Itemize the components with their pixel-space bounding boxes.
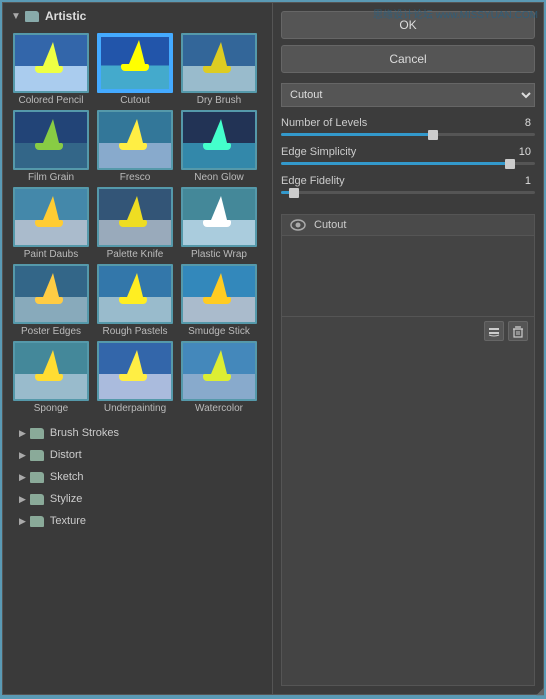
param-label-1: Edge Simplicity — [281, 146, 507, 158]
watermark: 思缘设计论坛 www.MISSYUAN.COM — [373, 6, 538, 21]
filter-thumb-cutout[interactable]: Cutout — [95, 33, 175, 106]
main-dialog: ▼ Artistic Colored Pencil Cutout Dry Brush… — [2, 2, 544, 695]
folder-icon — [30, 494, 44, 505]
expand-arrow: ▼ — [11, 11, 21, 22]
folder-icon — [30, 516, 44, 527]
filter-thumb-film-grain[interactable]: Film Grain — [11, 110, 91, 183]
sub-category-label: Sketch — [50, 471, 84, 483]
param-label-2: Edge Fidelity — [281, 175, 507, 187]
filter-label-poster-edges: Poster Edges — [21, 326, 81, 337]
filter-label-cutout: Cutout — [120, 95, 149, 106]
filter-thumb-watercolor[interactable]: Watercolor — [179, 341, 259, 414]
sub-arrow: ▶ — [19, 428, 26, 439]
sub-category-label: Brush Strokes — [50, 427, 119, 439]
filter-label-dry-brush: Dry Brush — [197, 95, 241, 106]
filter-thumb-palette-knife[interactable]: Palette Knife — [95, 187, 175, 260]
filter-label-fresco: Fresco — [120, 172, 151, 183]
filter-label-palette-knife: Palette Knife — [107, 249, 164, 260]
cancel-button[interactable]: Cancel — [281, 45, 535, 73]
folder-icon — [30, 450, 44, 461]
sub-category-distort[interactable]: ▶ Distort — [3, 444, 272, 466]
slider-0[interactable] — [281, 133, 535, 136]
filter-label-neon-glow: Neon Glow — [194, 172, 243, 183]
filter-label-smudge-stick: Smudge Stick — [188, 326, 250, 337]
filter-thumb-rough-pastels[interactable]: Rough Pastels — [95, 264, 175, 337]
filter-label-plastic-wrap: Plastic Wrap — [191, 249, 247, 260]
sub-category-label: Stylize — [50, 493, 82, 505]
params-container: Number of Levels8 Edge Simplicity10 Edge F… — [281, 117, 535, 204]
resize-handle[interactable]: ◢ — [536, 686, 544, 697]
folder-icon — [30, 472, 44, 483]
filter-thumb-smudge-stick[interactable]: Smudge Stick — [179, 264, 259, 337]
filter-thumb-sponge[interactable]: Sponge — [11, 341, 91, 414]
sub-category-stylize[interactable]: ▶ Stylize — [3, 488, 272, 510]
sub-categories: ▶ Brush Strokes ▶ Distort ▶ Sketch ▶ Stylize ▶ Te… — [3, 422, 272, 532]
param-value-1: 10 — [507, 146, 531, 158]
filter-label-paint-daubs: Paint Daubs — [24, 249, 78, 260]
filter-thumb-dry-brush[interactable]: Dry Brush — [179, 33, 259, 106]
sub-category-label: Texture — [50, 515, 86, 527]
settings-panel: OK Cancel CutoutColored PencilDry BrushF… — [273, 3, 543, 694]
delete-layer-button[interactable] — [508, 321, 528, 341]
filter-thumb-neon-glow[interactable]: Neon Glow — [179, 110, 259, 183]
filter-label-rough-pastels: Rough Pastels — [102, 326, 167, 337]
filter-thumb-poster-edges[interactable]: Poster Edges — [11, 264, 91, 337]
sub-arrow: ▶ — [19, 450, 26, 461]
artistic-label: Artistic — [45, 9, 86, 23]
sub-arrow: ▶ — [19, 494, 26, 505]
visibility-icon[interactable] — [290, 219, 306, 231]
layer-body — [282, 236, 534, 316]
param-row-2: Edge Fidelity1 — [281, 175, 535, 187]
param-row-0: Number of Levels8 — [281, 117, 535, 129]
param-row-1: Edge Simplicity10 — [281, 146, 535, 158]
layer-name: Cutout — [314, 219, 346, 231]
sub-arrow: ▶ — [19, 472, 26, 483]
slider-1[interactable] — [281, 162, 535, 165]
filter-label-underpainting: Underpainting — [104, 403, 166, 414]
add-layer-button[interactable] — [484, 321, 504, 341]
param-value-2: 1 — [507, 175, 531, 187]
filter-thumb-fresco[interactable]: Fresco — [95, 110, 175, 183]
filter-thumb-paint-daubs[interactable]: Paint Daubs — [11, 187, 91, 260]
filter-dropdown[interactable]: CutoutColored PencilDry BrushFilm GrainF… — [281, 83, 535, 107]
sub-category-label: Distort — [50, 449, 82, 461]
artistic-category[interactable]: ▼ Artistic — [3, 3, 272, 29]
param-label-0: Number of Levels — [281, 117, 507, 129]
folder-icon — [30, 428, 44, 439]
folder-icon — [25, 11, 39, 22]
filter-label-watercolor: Watercolor — [195, 403, 243, 414]
filter-browser: ▼ Artistic Colored Pencil Cutout Dry Brush… — [3, 3, 273, 694]
sub-category-sketch[interactable]: ▶ Sketch — [3, 466, 272, 488]
filter-grid: Colored Pencil Cutout Dry Brush Film Grain F… — [3, 29, 272, 422]
filter-label-film-grain: Film Grain — [28, 172, 74, 183]
sub-category-brush-strokes[interactable]: ▶ Brush Strokes — [3, 422, 272, 444]
sub-category-texture[interactable]: ▶ Texture — [3, 510, 272, 532]
filter-thumb-colored-pencil[interactable]: Colored Pencil — [11, 33, 91, 106]
param-value-0: 8 — [507, 117, 531, 129]
layer-header: Cutout — [282, 215, 534, 236]
slider-2[interactable] — [281, 191, 535, 194]
filter-thumb-plastic-wrap[interactable]: Plastic Wrap — [179, 187, 259, 260]
layer-footer — [282, 316, 534, 345]
layer-panel: Cutout — [281, 214, 535, 686]
filter-label-sponge: Sponge — [34, 403, 68, 414]
sub-arrow: ▶ — [19, 516, 26, 527]
filter-thumb-underpainting[interactable]: Underpainting — [95, 341, 175, 414]
filter-label-colored-pencil: Colored Pencil — [18, 95, 83, 106]
